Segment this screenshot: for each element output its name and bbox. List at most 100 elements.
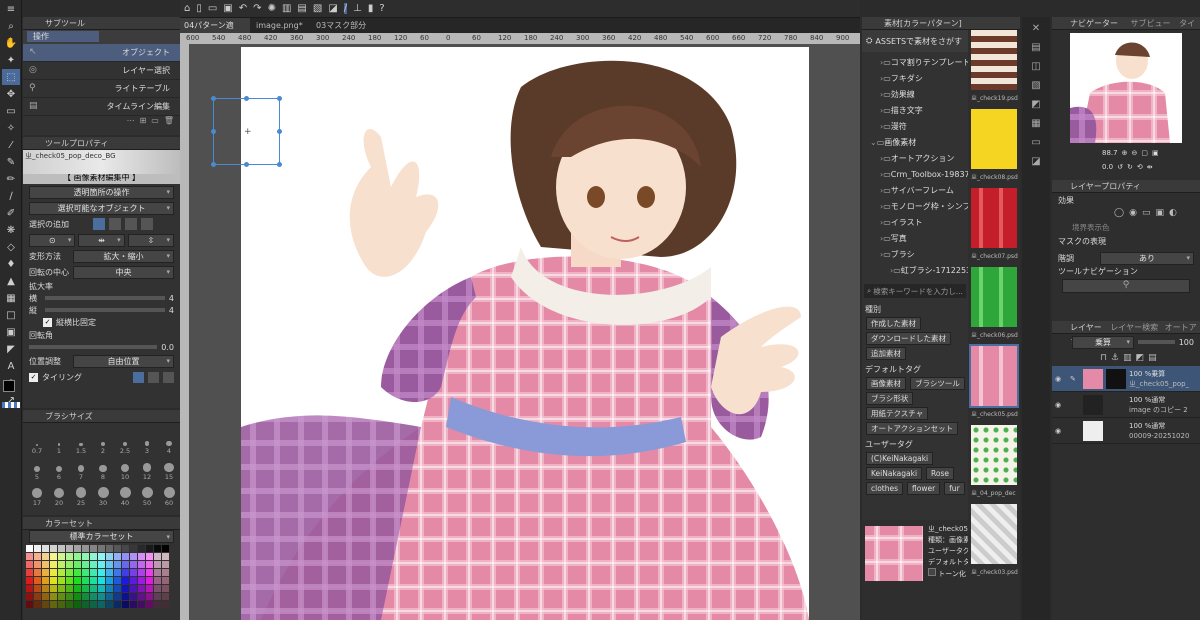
color-swatch[interactable] bbox=[162, 593, 169, 600]
tag-chip[interactable]: 用紙テクスチャ bbox=[866, 407, 929, 420]
zoom-in-icon[interactable]: ⊕ bbox=[1122, 149, 1128, 157]
rotate-icon[interactable]: ✦ bbox=[2, 52, 20, 68]
color-swatch[interactable] bbox=[114, 593, 121, 600]
color-swatch[interactable] bbox=[42, 569, 49, 576]
magic-wand-icon[interactable]: ✧ bbox=[2, 120, 20, 136]
color-swatch[interactable] bbox=[58, 553, 65, 560]
color-swatch[interactable] bbox=[162, 545, 169, 552]
color-swatch[interactable] bbox=[66, 553, 73, 560]
color-swatch[interactable] bbox=[122, 601, 129, 608]
color-swatch[interactable] bbox=[114, 545, 121, 552]
color-swatch[interactable] bbox=[138, 561, 145, 568]
color-swatch[interactable] bbox=[130, 553, 137, 560]
brush-size-preset[interactable]: 17 bbox=[27, 483, 47, 507]
clip-icon[interactable]: ⊓ bbox=[1100, 353, 1107, 363]
pen-icon[interactable]: ✎ bbox=[2, 154, 20, 170]
color-swatch[interactable] bbox=[26, 577, 33, 584]
material-tree-item[interactable]: › ▭ オートアクション bbox=[862, 150, 968, 166]
handle-tr[interactable] bbox=[277, 96, 282, 101]
color-swatch[interactable] bbox=[106, 577, 113, 584]
color-swatch[interactable] bbox=[66, 585, 73, 592]
color-swatch[interactable] bbox=[114, 561, 121, 568]
undo-icon[interactable]: ↶ bbox=[239, 3, 247, 14]
handle-br[interactable] bbox=[277, 162, 282, 167]
color-swatch[interactable] bbox=[82, 585, 89, 592]
color-swatch[interactable] bbox=[26, 561, 33, 568]
effect-tone-icon[interactable]: ◉ bbox=[1129, 208, 1137, 218]
brush-size-preset[interactable]: 12 bbox=[137, 457, 157, 481]
color-swatch[interactable] bbox=[26, 553, 33, 560]
busy-icon[interactable]: ✺ bbox=[268, 3, 276, 14]
material-thumbnail[interactable] bbox=[971, 267, 1017, 327]
rotation-slider[interactable] bbox=[29, 345, 158, 349]
color-swatch[interactable] bbox=[146, 585, 153, 592]
color-swatch[interactable] bbox=[98, 577, 105, 584]
edit-target-icon[interactable]: ✎ bbox=[1070, 375, 1080, 383]
material-thumbnail[interactable] bbox=[971, 425, 1017, 485]
brush-size-preset[interactable]: 4 bbox=[159, 431, 179, 455]
material-thumbnail[interactable] bbox=[969, 344, 1019, 408]
color-swatch[interactable] bbox=[34, 593, 41, 600]
pencil-icon[interactable]: ✏ bbox=[2, 171, 20, 187]
color-swatch[interactable] bbox=[90, 553, 97, 560]
material-thumbnail[interactable] bbox=[971, 30, 1017, 90]
keep-ratio-checkbox[interactable]: ✓ bbox=[43, 318, 52, 327]
color-swatch[interactable] bbox=[114, 569, 121, 576]
effect-border-icon[interactable]: ◯ bbox=[1114, 208, 1124, 218]
tag-chip[interactable]: ブラシ形状 bbox=[866, 392, 914, 405]
color-swatch[interactable] bbox=[50, 593, 57, 600]
color-swatch[interactable] bbox=[50, 545, 57, 552]
subtool-menu-icon[interactable]: ⋯ bbox=[127, 116, 135, 128]
deselect-icon[interactable]: ▤ bbox=[297, 3, 306, 14]
flip-icon[interactable]: ⇹ bbox=[1147, 163, 1153, 171]
color-swatch[interactable] bbox=[66, 545, 73, 552]
color-swatch[interactable] bbox=[122, 593, 129, 600]
color-swatch[interactable] bbox=[34, 545, 41, 552]
dock-material-icon[interactable]: ◫ bbox=[1031, 61, 1040, 72]
layer-row[interactable]: ◉✎ 100 %乗算ㄓ_check05_pop_deco_BG bbox=[1052, 366, 1200, 392]
home-icon[interactable]: ⌂ bbox=[184, 3, 190, 14]
color-swatch[interactable] bbox=[130, 601, 137, 608]
frame-icon[interactable]: ▣ bbox=[2, 324, 20, 340]
color-swatch[interactable] bbox=[162, 585, 169, 592]
actual-size-icon[interactable]: ▣ bbox=[1152, 149, 1159, 157]
dock-pattern-icon[interactable]: ▦ bbox=[1031, 118, 1040, 129]
handle-l[interactable] bbox=[211, 129, 216, 134]
color-swatch[interactable] bbox=[26, 585, 33, 592]
material-thumbnail[interactable] bbox=[971, 188, 1017, 248]
color-swatch[interactable] bbox=[58, 577, 65, 584]
selectable-object-dropdown[interactable]: 選択可能なオブジェクト bbox=[29, 201, 174, 215]
color-swatch[interactable] bbox=[98, 569, 105, 576]
select-add-mode-3[interactable] bbox=[125, 218, 137, 230]
color-swatch[interactable] bbox=[26, 593, 33, 600]
color-swatch[interactable] bbox=[130, 569, 137, 576]
color-swatch[interactable] bbox=[90, 569, 97, 576]
color-swatch[interactable] bbox=[26, 569, 33, 576]
brush-size-preset[interactable]: 40 bbox=[115, 483, 135, 507]
tag-chip[interactable]: 画像素材 bbox=[866, 377, 906, 390]
delete-subtool-icon[interactable]: 🗑 bbox=[164, 116, 174, 128]
effect-layer-icon[interactable]: ▣ bbox=[1155, 208, 1164, 218]
new-subtool-icon[interactable]: ▭ bbox=[151, 116, 159, 128]
tag-chip[interactable]: オートアクションセット bbox=[866, 422, 959, 435]
color-swatch[interactable] bbox=[98, 545, 105, 552]
color-swatch[interactable] bbox=[114, 577, 121, 584]
color-swatch[interactable] bbox=[42, 585, 49, 592]
color-swatch[interactable] bbox=[106, 545, 113, 552]
color-swatch[interactable] bbox=[106, 561, 113, 568]
color-swatch[interactable] bbox=[26, 545, 33, 552]
tag-chip[interactable]: 作成した素材 bbox=[866, 317, 921, 330]
material-tree-item[interactable]: › ▭ ブラシ bbox=[862, 246, 968, 262]
color-swatch[interactable] bbox=[154, 601, 161, 608]
tag-chip[interactable]: Rose bbox=[926, 467, 955, 480]
colorset-dropdown[interactable]: 標準カラーセット bbox=[29, 530, 174, 543]
color-swatch[interactable] bbox=[122, 569, 129, 576]
brush-size-preset[interactable]: 20 bbox=[49, 483, 69, 507]
dock-folder-icon[interactable]: ▭ bbox=[1031, 137, 1040, 148]
color-swatch[interactable] bbox=[50, 577, 57, 584]
zoom-out-icon[interactable]: ⊖ bbox=[1131, 149, 1137, 157]
opacity-value[interactable]: 100 bbox=[1179, 338, 1194, 347]
color-swatch[interactable] bbox=[50, 561, 57, 568]
tiling-mode-1[interactable] bbox=[133, 371, 144, 383]
color-swatch[interactable] bbox=[114, 553, 121, 560]
